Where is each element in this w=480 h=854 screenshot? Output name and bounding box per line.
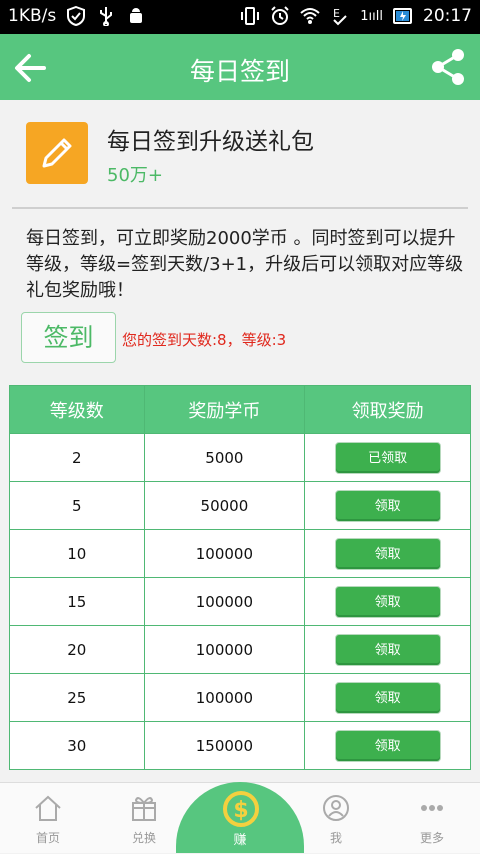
share-icon[interactable] — [430, 48, 466, 86]
data-e-icon: E — [333, 7, 347, 26]
vibrate-icon — [241, 7, 260, 25]
claim-cell: 领取 — [304, 625, 471, 674]
table-row: 2 5000 已领取 — [9, 433, 471, 482]
level-cell: 25 — [9, 673, 145, 722]
alarm-icon — [271, 6, 289, 25]
table-row: 10 100000 领取 — [9, 529, 471, 578]
promo-subtitle: 50万+ — [107, 165, 163, 186]
home-icon — [35, 795, 61, 821]
claim-button[interactable]: 领取 — [334, 633, 441, 666]
rewards-table: 等级数 奖励学币 领取奖励 2 5000 已领取 5 50000 领取 10 1… — [9, 385, 471, 770]
nav-label-more: 更多 — [419, 831, 444, 845]
usb-icon — [100, 7, 113, 26]
table-row: 30 150000 领取 — [9, 721, 471, 770]
coins-cell: 5000 — [143, 433, 306, 482]
sign-in-button[interactable]: 签到 — [21, 312, 116, 363]
nav-label-home: 首页 — [35, 831, 60, 845]
claim-cell: 领取 — [304, 673, 471, 722]
title-bar: 每日签到 — [0, 34, 480, 100]
table-header-row: 等级数 奖励学币 领取奖励 — [9, 385, 471, 434]
nav-label-earn: 赚 — [233, 833, 247, 848]
level-cell: 10 — [9, 529, 145, 578]
claim-cell: 领取 — [304, 577, 471, 626]
status-bar: 1KB/s E 1ııll 20:17 — [0, 0, 480, 34]
shield-check-icon — [67, 6, 86, 26]
level-cell: 20 — [9, 625, 145, 674]
level-cell: 2 — [9, 433, 145, 482]
table-row: 15 100000 领取 — [9, 577, 471, 626]
level-cell: 15 — [9, 577, 145, 626]
clock: 20:17 — [423, 6, 472, 26]
gift-icon — [132, 797, 156, 821]
column-header-level: 等级数 — [9, 385, 145, 434]
claim-cell: 已领取 — [304, 433, 471, 482]
coins-cell: 100000 — [143, 529, 306, 578]
nav-item-home[interactable]: 首页 — [0, 783, 96, 854]
coins-cell: 100000 — [143, 673, 306, 722]
page-title: 每日签到 — [189, 57, 290, 86]
claim-button[interactable]: 领取 — [334, 537, 441, 570]
table-row: 25 100000 领取 — [9, 673, 471, 722]
claimed-button[interactable]: 已领取 — [334, 441, 441, 474]
column-header-claim: 领取奖励 — [304, 385, 471, 434]
nav-item-more[interactable]: 更多 — [384, 783, 480, 854]
claim-button[interactable]: 领取 — [334, 681, 441, 714]
table-row: 20 100000 领取 — [9, 625, 471, 674]
coins-cell: 50000 — [143, 481, 306, 530]
coins-cell: 100000 — [143, 577, 306, 626]
level-cell: 5 — [9, 481, 145, 530]
app-icon — [26, 122, 88, 184]
claim-button[interactable]: 领取 — [334, 585, 441, 618]
svg-text:E: E — [333, 7, 340, 20]
promo-title: 每日签到升级送礼包 — [107, 129, 314, 155]
claim-button[interactable]: 领取 — [334, 729, 441, 762]
battery-charging-icon — [393, 8, 412, 24]
signal-strength: 1ııll — [360, 8, 383, 24]
more-icon — [421, 805, 443, 811]
claim-button[interactable]: 领取 — [334, 489, 441, 522]
user-icon — [323, 795, 349, 821]
svg-text:$: $ — [233, 798, 248, 823]
divider — [12, 207, 468, 209]
promo-description: 每日签到，可立即奖励2000学币 。同时签到可以提升等级，等级=签到天数/3+1… — [26, 228, 464, 301]
coins-cell: 150000 — [143, 721, 306, 770]
pencil-icon — [42, 138, 72, 168]
level-cell: 30 — [9, 721, 145, 770]
wifi-icon — [300, 8, 320, 24]
coin-icon[interactable]: $ — [222, 790, 260, 828]
android-debug-icon — [130, 8, 143, 23]
sign-in-info: 您的签到天数:8，等级:3 — [122, 331, 287, 349]
table-row: 5 50000 领取 — [9, 481, 471, 530]
claim-cell: 领取 — [304, 721, 471, 770]
network-speed: 1KB/s — [8, 6, 57, 26]
claim-cell: 领取 — [304, 481, 471, 530]
coins-cell: 100000 — [143, 625, 306, 674]
claim-cell: 领取 — [304, 529, 471, 578]
promo-card: 每日签到升级送礼包 50万+ 每日签到，可立即奖励2000学币 。同时签到可以提… — [0, 100, 480, 363]
column-header-coins: 奖励学币 — [143, 385, 306, 434]
